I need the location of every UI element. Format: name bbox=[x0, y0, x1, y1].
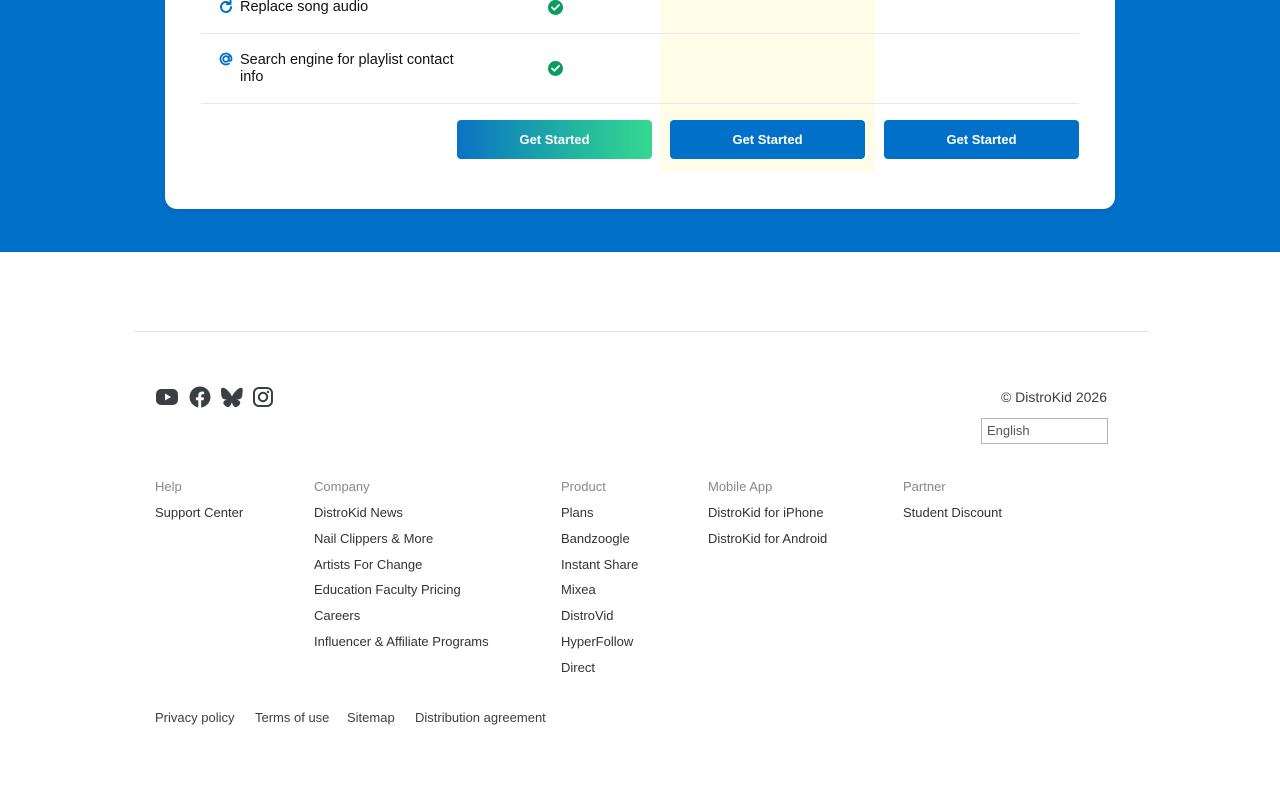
distribution-agreement-link[interactable]: Distribution agreement bbox=[415, 710, 546, 725]
check-icon bbox=[548, 61, 563, 76]
footer-column-heading: Company bbox=[314, 479, 370, 494]
footer-column-product: Product Plans Bandzoogle Instant Share M… bbox=[561, 479, 638, 686]
footer-link[interactable]: Student Discount bbox=[903, 505, 1002, 531]
language-select[interactable]: English bbox=[981, 418, 1108, 444]
copyright-text: © DistroKid 2026 bbox=[1000, 389, 1107, 405]
footer-link[interactable]: Careers bbox=[314, 608, 489, 634]
footer-column-heading: Help bbox=[155, 479, 182, 494]
footer-link[interactable]: DistroKid for Android bbox=[708, 531, 827, 557]
footer-link[interactable]: Bandzoogle bbox=[561, 531, 638, 557]
footer-column-company: Company DistroKid News Nail Clippers & M… bbox=[314, 479, 489, 660]
footer-link[interactable]: Education Faculty Pricing bbox=[314, 582, 489, 608]
footer-link[interactable]: Mixea bbox=[561, 582, 638, 608]
sitemap-link[interactable]: Sitemap bbox=[347, 710, 395, 725]
footer-link[interactable]: Influencer & Affiliate Programs bbox=[314, 634, 489, 660]
get-started-button[interactable]: Get Started bbox=[884, 120, 1079, 159]
get-started-button[interactable]: Get Started bbox=[457, 120, 652, 159]
at-sign-icon bbox=[218, 51, 236, 69]
feature-row: Replace song audio bbox=[201, 0, 1079, 34]
footer-link[interactable]: Nail Clippers & More bbox=[314, 531, 489, 557]
terms-of-use-link[interactable]: Terms of use bbox=[255, 710, 329, 725]
footer-link[interactable]: HyperFollow bbox=[561, 634, 638, 660]
footer-link[interactable]: DistroKid for iPhone bbox=[708, 505, 827, 531]
feature-label: Replace song audio bbox=[240, 0, 369, 15]
get-started-button[interactable]: Get Started bbox=[670, 120, 865, 159]
youtube-icon[interactable] bbox=[155, 386, 179, 408]
footer-link[interactable]: Plans bbox=[561, 505, 638, 531]
refresh-icon bbox=[218, 0, 236, 17]
pricing-comparison-card: Replace song audio Search engine for pla… bbox=[165, 0, 1115, 209]
feature-row: Search engine for playlist contact info bbox=[201, 34, 1079, 104]
footer-column-help: Help Support Center bbox=[155, 479, 243, 531]
facebook-icon[interactable] bbox=[189, 386, 211, 408]
footer-column-heading: Partner bbox=[903, 479, 946, 494]
footer-link[interactable]: Instant Share bbox=[561, 557, 638, 583]
privacy-policy-link[interactable]: Privacy policy bbox=[155, 710, 234, 725]
footer-link[interactable]: DistroVid bbox=[561, 608, 638, 634]
bluesky-icon[interactable] bbox=[221, 386, 243, 408]
footer-column-partner: Partner Student Discount bbox=[903, 479, 1002, 531]
footer-link[interactable]: Support Center bbox=[155, 505, 243, 531]
instagram-icon[interactable] bbox=[252, 386, 274, 408]
check-icon bbox=[548, 0, 563, 15]
footer-column-heading: Product bbox=[561, 479, 606, 494]
footer-divider bbox=[133, 331, 1148, 332]
footer-link[interactable]: DistroKid News bbox=[314, 505, 489, 531]
feature-label: Search engine for playlist contact info bbox=[240, 52, 454, 85]
footer-link[interactable]: Direct bbox=[561, 660, 638, 686]
footer-column-mobile-app: Mobile App DistroKid for iPhone DistroKi… bbox=[708, 479, 827, 557]
footer-link[interactable]: Artists For Change bbox=[314, 557, 489, 583]
footer-column-heading: Mobile App bbox=[708, 479, 773, 494]
